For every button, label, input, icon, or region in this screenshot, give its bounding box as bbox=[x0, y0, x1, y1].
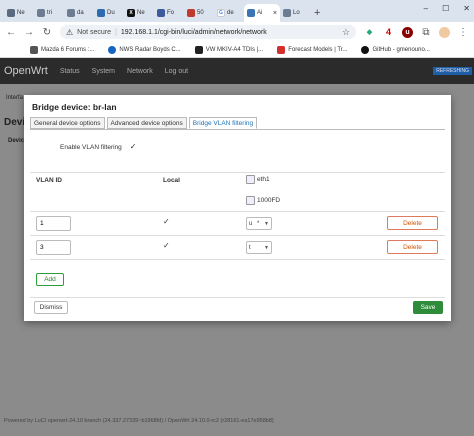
bg-devices-heading: Devi bbox=[4, 117, 26, 128]
port-mode-select[interactable]: u * ▼ bbox=[246, 217, 272, 230]
close-icon[interactable]: × bbox=[273, 10, 277, 17]
local-checkbox[interactable]: ✓ bbox=[163, 242, 171, 250]
page-footer: Powered by LuCI openwrt-24.10 branch (24… bbox=[4, 418, 274, 424]
window-close-icon[interactable]: ✕ bbox=[463, 4, 470, 13]
bookmark-item[interactable]: GitHub - gmenouno... bbox=[361, 45, 430, 54]
browser-tab[interactable]: Fo bbox=[154, 4, 184, 22]
divider: | bbox=[115, 28, 117, 36]
chevron-down-icon: ▼ bbox=[264, 244, 269, 251]
vlan-table-header: VLAN ID Local eth1 1000FD bbox=[30, 172, 445, 212]
chevron-down-icon: ▼ bbox=[264, 220, 269, 227]
menu-logout[interactable]: Log out bbox=[165, 68, 188, 75]
browser-tab[interactable]: 50 bbox=[184, 4, 214, 22]
openwrt-header: OpenWrt Status System Network Log out RE… bbox=[0, 58, 474, 84]
delete-button[interactable]: Delete bbox=[387, 216, 438, 230]
security-label[interactable]: Not secure bbox=[77, 29, 111, 36]
vlan-filtering-label: Enable VLAN filtering bbox=[60, 143, 122, 151]
warning-icon[interactable]: ⚠ bbox=[66, 28, 73, 37]
window-controls: – ☐ ✕ bbox=[424, 4, 470, 13]
browser-tab[interactable]: Gde bbox=[214, 4, 244, 22]
browser-tab-strip: Ne tri da Du X Ne Fo 50 Gde Ai × Lo + – ☐ … bbox=[0, 0, 474, 22]
bg-interfaces-tab: Interfa bbox=[6, 95, 24, 101]
vlan-id-input[interactable] bbox=[36, 216, 71, 231]
openwrt-brand[interactable]: OpenWrt bbox=[4, 65, 48, 77]
forecast-icon bbox=[277, 45, 286, 54]
shield-icon bbox=[97, 9, 105, 17]
tabs-divider bbox=[30, 129, 445, 130]
globe-icon bbox=[283, 9, 291, 17]
bridge-device-modal: Bridge device: br-lan General device opt… bbox=[24, 95, 451, 321]
menu-kebab-icon[interactable]: ⋮ bbox=[458, 27, 468, 38]
browser-tab[interactable]: Ne bbox=[4, 4, 34, 22]
ethernet-port-icon bbox=[246, 196, 255, 205]
menu-system[interactable]: System bbox=[92, 68, 115, 75]
reload-icon[interactable]: ↻ bbox=[42, 27, 52, 38]
browser-tab[interactable]: Lo bbox=[280, 4, 310, 22]
bookmark-item[interactable]: Mazda 6 Forums :... bbox=[30, 45, 94, 54]
modal-title: Bridge device: br-lan bbox=[32, 102, 117, 112]
vw-icon bbox=[194, 45, 203, 54]
tab-general-device-options[interactable]: General device options bbox=[30, 117, 105, 129]
github-icon bbox=[361, 45, 370, 54]
delete-button[interactable]: Delete bbox=[387, 240, 438, 254]
n-icon bbox=[7, 9, 15, 17]
forward-icon[interactable]: → bbox=[24, 27, 34, 38]
extensions-icon[interactable]: ⧉ bbox=[421, 27, 431, 38]
maximize-icon[interactable]: ☐ bbox=[442, 4, 449, 13]
bookmark-item[interactable]: VW MKIV-A4 TDIs |... bbox=[194, 45, 263, 54]
refresh-badge[interactable]: REFRESHING bbox=[433, 67, 472, 75]
tab-advanced-device-options[interactable]: Advanced device options bbox=[106, 117, 187, 129]
column-local: Local bbox=[163, 177, 180, 184]
x-icon: X bbox=[127, 9, 135, 17]
globe-icon bbox=[37, 9, 45, 17]
modal-footer-divider bbox=[30, 297, 445, 298]
local-checkbox[interactable]: ✓ bbox=[163, 218, 171, 226]
menu-status[interactable]: Status bbox=[60, 68, 80, 75]
port-speed: 1000FD bbox=[246, 196, 280, 205]
browser-toolbar: ← → ↻ ⚠ Not secure | 192.168.1.1/cgi-bin… bbox=[0, 22, 474, 42]
back-icon[interactable]: ← bbox=[6, 27, 16, 38]
minimize-icon[interactable]: – bbox=[424, 4, 428, 13]
save-button[interactable]: Save bbox=[413, 301, 443, 314]
ethernet-port-icon bbox=[246, 175, 255, 184]
browser-tab[interactable]: X Ne bbox=[124, 4, 154, 22]
openwrt-icon bbox=[247, 9, 255, 17]
table-row: ✓ u * ▼ Delete bbox=[30, 212, 445, 236]
url-text[interactable]: 192.168.1.1/cgi-bin/luci/admin/network/n… bbox=[121, 29, 267, 36]
tab-bridge-vlan-filtering[interactable]: Bridge VLAN filtering bbox=[188, 117, 258, 129]
column-vlan-id: VLAN ID bbox=[36, 177, 62, 184]
flag-icon bbox=[157, 9, 165, 17]
address-bar[interactable]: ⚠ Not secure | 192.168.1.1/cgi-bin/luci/… bbox=[60, 25, 356, 39]
google-icon: G bbox=[217, 9, 225, 17]
browser-tab[interactable]: da bbox=[64, 4, 94, 22]
bookmark-item[interactable]: NWS Radar Boyds C... bbox=[108, 45, 181, 54]
avatar-icon[interactable] bbox=[439, 26, 450, 38]
add-vlan-button[interactable]: Add bbox=[36, 273, 64, 286]
mazda-icon bbox=[30, 45, 38, 54]
modal-tabs: General device options Advanced device o… bbox=[30, 117, 258, 129]
vlan-id-input[interactable] bbox=[36, 240, 71, 255]
port-name: eth1 bbox=[246, 175, 270, 184]
dismiss-button[interactable]: Dismiss bbox=[34, 301, 68, 314]
nws-icon bbox=[108, 45, 117, 54]
bookmarks-bar: Mazda 6 Forums :... NWS Radar Boyds C...… bbox=[0, 42, 474, 58]
browser-tab[interactable]: Du bbox=[94, 4, 124, 22]
vlan-filtering-checkbox[interactable]: ✓ bbox=[130, 143, 138, 151]
table-row: ✓ t ▼ Delete bbox=[30, 236, 445, 260]
browser-tab-active[interactable]: Ai × bbox=[244, 4, 280, 22]
bookmark-star-icon[interactable]: ☆ bbox=[342, 27, 350, 38]
bg-devices-sub: Devic bbox=[8, 138, 25, 144]
menu-network[interactable]: Network bbox=[127, 68, 153, 75]
bookmark-item[interactable]: Forecast Models | Tr... bbox=[277, 45, 347, 54]
browser-tab[interactable]: tri bbox=[34, 4, 64, 22]
new-tab-button[interactable]: + bbox=[314, 4, 320, 22]
globe-icon bbox=[67, 9, 75, 17]
counter-icon[interactable]: 4 bbox=[383, 27, 394, 38]
ublock-icon[interactable]: u bbox=[402, 26, 413, 38]
port-mode-select[interactable]: t ▼ bbox=[246, 241, 272, 254]
vlan-filtering-field: Enable VLAN filtering ✓ bbox=[60, 143, 138, 151]
green-puzzle-icon[interactable]: ◆ bbox=[364, 27, 375, 38]
lii-icon bbox=[187, 9, 195, 17]
